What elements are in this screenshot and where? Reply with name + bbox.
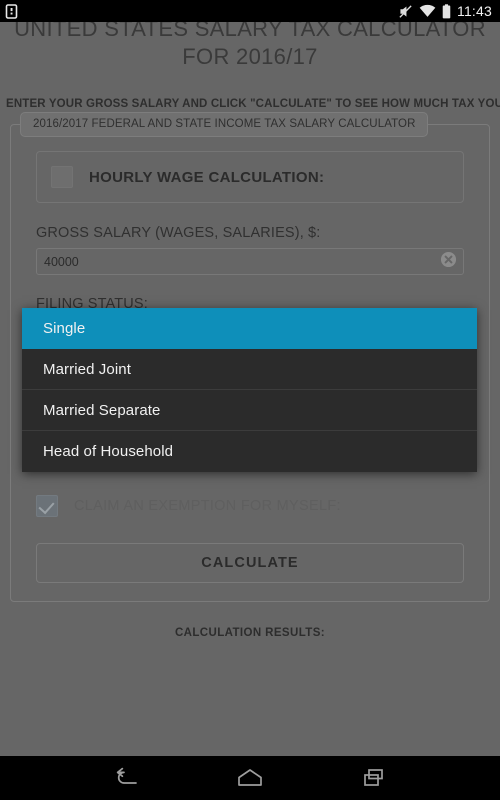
gross-salary-field[interactable]	[36, 248, 464, 275]
status-bar-left	[0, 3, 18, 19]
exemption-checkbox[interactable]	[36, 495, 58, 517]
device-screen: 11:43 UNITED STATES SALARY TAX CALCULATO…	[0, 0, 500, 800]
status-bar: 11:43	[0, 0, 500, 22]
mute-icon	[398, 4, 413, 19]
filing-status-dropdown[interactable]: Single Married Joint Married Separate He…	[22, 308, 477, 472]
clear-circle-icon[interactable]	[440, 251, 457, 273]
gross-salary-label: GROSS SALARY (WAGES, SALARIES), $:	[36, 225, 321, 241]
hourly-wage-label: HOURLY WAGE CALCULATION:	[89, 168, 325, 186]
nav-home-button[interactable]	[208, 756, 292, 800]
status-bar-clock: 11:43	[457, 3, 492, 19]
page-title: UNITED STATES SALARY TAX CALCULATOR FOR …	[14, 16, 486, 69]
dropdown-option-married-separate[interactable]: Married Separate	[22, 390, 477, 431]
wifi-icon	[419, 4, 436, 18]
calculation-results-title: CALCULATION RESULTS:	[174, 627, 326, 639]
calculate-button[interactable]: CALCULATE	[36, 543, 464, 583]
back-icon	[116, 767, 137, 784]
hourly-wage-checkbox[interactable]	[51, 166, 73, 188]
tab-strip: 2016/2017 FEDERAL AND STATE INCOME TAX S…	[20, 112, 429, 137]
nav-back-button[interactable]	[84, 756, 168, 800]
home-icon	[238, 769, 262, 786]
exemption-label: CLAIM AN EXEMPTION FOR MYSELF:	[74, 498, 341, 514]
dropdown-option-single[interactable]: Single	[22, 308, 477, 349]
navigation-bar	[0, 756, 500, 800]
battery-icon	[442, 3, 451, 19]
sim-card-icon	[5, 3, 18, 19]
dropdown-option-head-of-household[interactable]: Head of Household	[22, 431, 477, 472]
nav-recents-button[interactable]	[332, 756, 416, 800]
status-bar-right: 11:43	[398, 3, 500, 19]
exemption-row[interactable]: CLAIM AN EXEMPTION FOR MYSELF:	[36, 495, 464, 517]
recents-icon	[364, 769, 383, 786]
gross-salary-input[interactable]	[37, 254, 463, 269]
tab-federal-state-calculator[interactable]: 2016/2017 FEDERAL AND STATE INCOME TAX S…	[20, 112, 429, 137]
dropdown-option-married-joint[interactable]: Married Joint	[22, 349, 477, 390]
page-subtitle: ENTER YOUR GROSS SALARY AND CLICK "CALCU…	[6, 98, 500, 110]
hourly-wage-row[interactable]: HOURLY WAGE CALCULATION:	[36, 151, 464, 203]
